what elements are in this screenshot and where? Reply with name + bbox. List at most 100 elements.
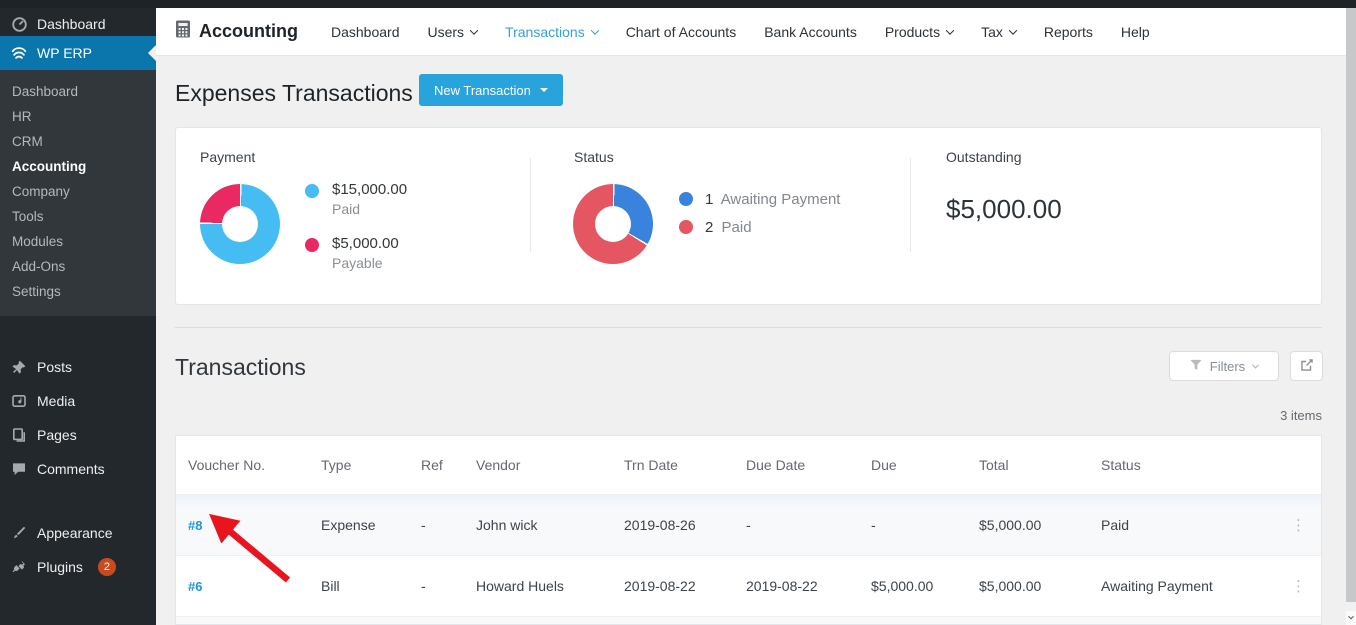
- export-button[interactable]: [1290, 351, 1323, 381]
- legend-item-paid: $15,000.00 Paid: [305, 181, 407, 217]
- legend-dot: [305, 184, 319, 198]
- payment-donut-chart: [200, 184, 280, 264]
- export-icon: [1300, 358, 1314, 375]
- legend-item-awaiting-payment: 1 Awaiting Payment: [679, 186, 840, 213]
- nav-tax[interactable]: Tax: [981, 24, 1016, 40]
- submenu-item-modules[interactable]: Modules: [0, 229, 156, 254]
- col-vendor: Vendor: [476, 457, 624, 473]
- sidebar-item-comments[interactable]: Comments: [0, 452, 156, 486]
- sidebar-item-appearance[interactable]: Appearance: [0, 516, 156, 550]
- comment-bubble-icon: [10, 460, 28, 478]
- media-icon: [10, 392, 28, 410]
- wp-admin-sidebar: Dashboard WP ERP Dashboard HR CRM Accoun…: [0, 0, 156, 625]
- pages-icon: [10, 426, 28, 444]
- section-divider: [175, 327, 1322, 328]
- voucher-link[interactable]: #8: [188, 518, 202, 533]
- sidebar-item-label: Dashboard: [37, 16, 106, 32]
- status-donut-chart: [573, 184, 653, 264]
- nav-transactions[interactable]: Transactions: [505, 24, 598, 40]
- cell-type: Bill: [321, 578, 421, 594]
- cell-due-date: -: [746, 517, 871, 533]
- accounting-brand[interactable]: Accounting: [175, 20, 298, 43]
- submenu-item-tools[interactable]: Tools: [0, 204, 156, 229]
- nav-reports[interactable]: Reports: [1044, 24, 1093, 40]
- nav-bank-accounts[interactable]: Bank Accounts: [764, 24, 857, 40]
- cell-status: Awaiting Payment: [1101, 578, 1277, 594]
- scrollbar-down-button[interactable]: [1346, 611, 1356, 625]
- submenu-item-dashboard[interactable]: Dashboard: [0, 79, 156, 104]
- legend-item-payable: $5,000.00 Payable: [305, 235, 407, 271]
- brand-label: Accounting: [199, 21, 298, 42]
- page-title: Expenses Transactions: [175, 80, 413, 107]
- nav-users[interactable]: Users: [428, 24, 478, 40]
- col-status: Status: [1101, 457, 1277, 473]
- cell-ref: -: [421, 517, 476, 533]
- sidebar-item-label: Posts: [37, 359, 72, 375]
- outstanding-amount: $5,000.00: [946, 194, 1062, 225]
- pushpin-icon: [10, 358, 28, 376]
- filters-button[interactable]: Filters: [1169, 351, 1279, 381]
- table-header-row: Voucher No. Type Ref Vendor Trn Date Due…: [176, 436, 1321, 494]
- items-count: 3 items: [1280, 408, 1322, 423]
- scrollbar[interactable]: [1346, 8, 1356, 625]
- cell-trn-date: 2019-08-26: [624, 517, 746, 533]
- transactions-section-title: Transactions: [175, 354, 306, 381]
- legend-dot: [679, 220, 693, 234]
- row-actions-menu-icon[interactable]: ⋮: [1277, 577, 1321, 595]
- cell-vendor: John wick: [476, 517, 624, 533]
- scrollbar-thumb[interactable]: [1346, 8, 1356, 602]
- sidebar-item-pages[interactable]: Pages: [0, 418, 156, 452]
- nav-chart-of-accounts[interactable]: Chart of Accounts: [626, 24, 737, 40]
- col-trn-date: Trn Date: [624, 457, 746, 473]
- wp-erp-submenu: Dashboard HR CRM Accounting Company Tool…: [0, 70, 156, 316]
- panel-divider: [910, 158, 911, 252]
- sidebar-item-label: Plugins: [37, 559, 83, 575]
- sidebar-item-label: Comments: [37, 461, 105, 477]
- cell-trn-date: 2019-08-22: [624, 578, 746, 594]
- sidebar-item-media[interactable]: Media: [0, 384, 156, 418]
- submenu-item-accounting[interactable]: Accounting: [0, 154, 156, 179]
- chevron-down-icon: [1252, 361, 1259, 368]
- col-total: Total: [979, 457, 1101, 473]
- col-due-date: Due Date: [746, 457, 871, 473]
- cell-total: $5,000.00: [979, 517, 1101, 533]
- panel-divider: [530, 158, 531, 252]
- col-voucher-no: Voucher No.: [188, 457, 321, 473]
- cell-due-date: 2019-08-22: [746, 578, 871, 594]
- sidebar-item-label: Appearance: [37, 525, 113, 541]
- col-due: Due: [871, 457, 979, 473]
- submenu-item-crm[interactable]: CRM: [0, 129, 156, 154]
- col-type: Type: [321, 457, 421, 473]
- chevron-down-icon: [1009, 26, 1017, 34]
- payment-card-title: Payment: [200, 149, 255, 165]
- submenu-item-addons[interactable]: Add-Ons: [0, 254, 156, 279]
- cell-ref: -: [421, 578, 476, 594]
- legend-dot: [305, 238, 319, 252]
- payment-legend: $15,000.00 Paid $5,000.00 Payable: [305, 181, 407, 271]
- nav-help[interactable]: Help: [1121, 24, 1150, 40]
- new-transaction-button[interactable]: New Transaction: [419, 74, 563, 106]
- nav-products[interactable]: Products: [885, 24, 953, 40]
- voucher-link[interactable]: #6: [188, 579, 202, 594]
- chevron-down-icon: [590, 26, 598, 34]
- cell-type: Expense: [321, 517, 421, 533]
- accounting-top-nav: Accounting Dashboard Users Transactions …: [156, 8, 1346, 56]
- nav-dashboard[interactable]: Dashboard: [331, 24, 400, 40]
- status-card-title: Status: [574, 149, 614, 165]
- caret-down-icon: [540, 88, 548, 92]
- summary-panel: Payment $15,000.00 Paid $5,000.00 Payabl…: [175, 127, 1322, 305]
- paintbrush-icon: [10, 524, 28, 542]
- sidebar-item-plugins[interactable]: Plugins 2: [0, 550, 156, 584]
- row-actions-menu-icon[interactable]: ⋮: [1277, 516, 1321, 534]
- legend-dot: [679, 192, 693, 206]
- submenu-item-hr[interactable]: HR: [0, 104, 156, 129]
- sidebar-item-label: Media: [37, 393, 75, 409]
- submenu-item-settings[interactable]: Settings: [0, 279, 156, 304]
- calculator-icon: [175, 20, 191, 43]
- sidebar-item-posts[interactable]: Posts: [0, 350, 156, 384]
- cell-vendor: Howard Huels: [476, 578, 624, 594]
- funnel-icon: [1190, 359, 1202, 374]
- submenu-item-company[interactable]: Company: [0, 179, 156, 204]
- dashboard-gauge-icon: [10, 15, 28, 33]
- sidebar-item-wp-erp[interactable]: WP ERP: [0, 36, 156, 70]
